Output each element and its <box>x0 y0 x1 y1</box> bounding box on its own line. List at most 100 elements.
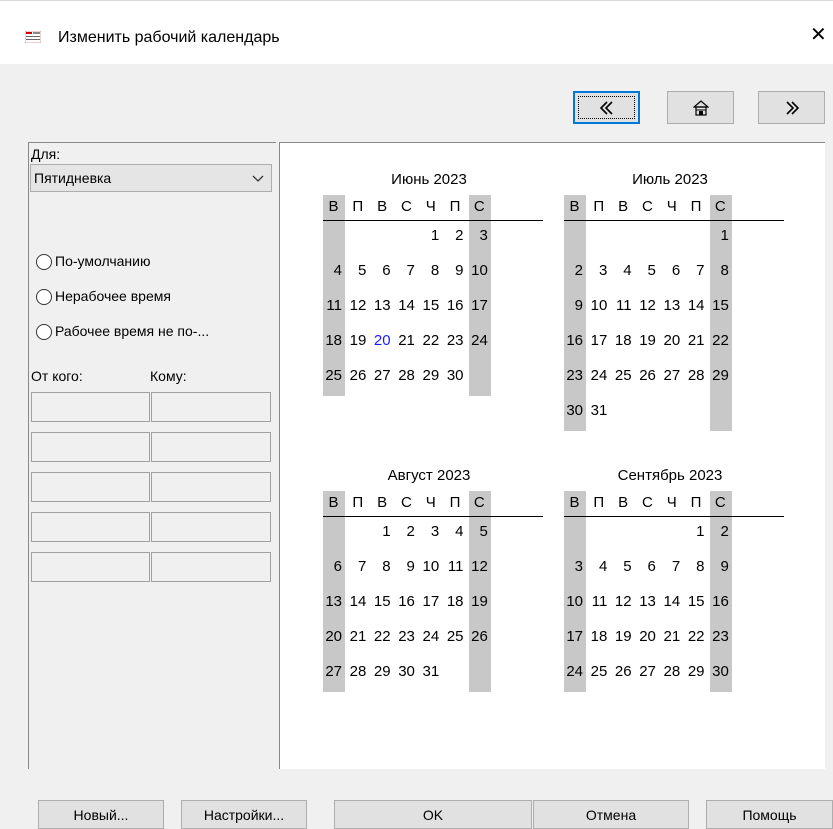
calendar-day[interactable]: 8 <box>684 558 704 575</box>
to-time-field[interactable] <box>151 432 271 462</box>
calendar-day[interactable]: 28 <box>345 663 367 680</box>
calendar-day[interactable]: 24 <box>586 367 608 384</box>
calendar-day[interactable]: 12 <box>467 558 488 575</box>
calendar-day[interactable]: 22 <box>370 628 391 645</box>
calendar-day[interactable]: 3 <box>418 523 439 540</box>
calendar-day[interactable]: 19 <box>345 332 367 349</box>
calendar-day[interactable]: 12 <box>611 593 632 610</box>
close-icon[interactable]: ✕ <box>810 25 827 45</box>
calendar-day[interactable]: 4 <box>443 523 463 540</box>
calendar-day[interactable]: 27 <box>659 367 681 384</box>
from-time-field[interactable] <box>31 392 150 422</box>
calendar-day[interactable]: 8 <box>418 262 439 279</box>
calendar-day[interactable]: 30 <box>443 367 464 384</box>
calendar-day[interactable]: 12 <box>345 297 367 314</box>
calendar-day[interactable]: 7 <box>394 262 415 279</box>
calendar-day[interactable]: 9 <box>708 558 728 575</box>
calendar-day[interactable]: 27 <box>370 367 391 384</box>
calendar-day[interactable]: 16 <box>443 297 464 314</box>
calendar-day[interactable]: 27 <box>321 663 342 680</box>
calendar-day[interactable]: 22 <box>418 332 440 349</box>
calendar-day[interactable]: 1 <box>708 227 728 244</box>
calendar-day[interactable]: 21 <box>394 332 415 349</box>
cancel-button[interactable]: Отмена <box>533 800 689 829</box>
calendar-day[interactable]: 30 <box>562 402 583 419</box>
calendar-day[interactable]: 19 <box>467 593 488 610</box>
calendar-day[interactable]: 13 <box>370 297 391 314</box>
calendar-day[interactable]: 5 <box>467 523 487 540</box>
settings-button[interactable]: Настройки... <box>181 800 307 829</box>
calendar-day[interactable]: 10 <box>562 593 583 610</box>
calendar-day[interactable]: 20 <box>635 628 656 645</box>
calendar-day[interactable]: 12 <box>635 297 656 314</box>
calendar-day[interactable]: 24 <box>562 663 583 680</box>
radio-nondefault-working[interactable] <box>36 324 52 340</box>
calendar-day[interactable]: 23 <box>562 367 583 384</box>
calendar-day[interactable]: 1 <box>370 523 390 540</box>
calendar-day[interactable]: 29 <box>684 663 705 680</box>
prev-months-button[interactable] <box>573 91 640 124</box>
calendar-day[interactable]: 30 <box>394 663 415 680</box>
calendar-day[interactable]: 3 <box>586 262 607 279</box>
calendar-day[interactable]: 20 <box>659 332 681 349</box>
home-button[interactable] <box>667 91 734 124</box>
calendar-day[interactable]: 2 <box>394 523 415 540</box>
to-time-field[interactable] <box>151 512 271 542</box>
calendar-day[interactable]: 24 <box>418 628 440 645</box>
calendar-day[interactable]: 17 <box>418 593 440 610</box>
calendar-day[interactable]: 23 <box>394 628 415 645</box>
calendar-day[interactable]: 5 <box>635 262 656 279</box>
calendar-select[interactable]: Пятидневка <box>30 164 272 192</box>
from-time-field[interactable] <box>31 472 150 502</box>
new-button[interactable]: Новый... <box>38 800 164 829</box>
calendar-day[interactable]: 4 <box>321 262 342 279</box>
calendar-day[interactable]: 1 <box>684 523 704 540</box>
calendar-day[interactable]: 20 <box>370 332 391 349</box>
calendar-day[interactable]: 6 <box>370 262 390 279</box>
help-button[interactable]: Помощь <box>706 800 833 829</box>
calendar-day[interactable]: 9 <box>394 558 415 575</box>
calendar-day[interactable]: 17 <box>467 297 488 314</box>
calendar-day[interactable]: 13 <box>659 297 681 314</box>
calendar-day[interactable]: 25 <box>586 663 608 680</box>
calendar-day[interactable]: 26 <box>635 367 656 384</box>
calendar-day[interactable]: 7 <box>684 262 704 279</box>
calendar-day[interactable]: 10 <box>418 558 440 575</box>
calendar-day[interactable]: 23 <box>708 628 729 645</box>
calendar-day[interactable]: 18 <box>443 593 464 610</box>
calendar-day[interactable]: 19 <box>635 332 656 349</box>
calendar-day[interactable]: 8 <box>708 262 728 279</box>
calendar-day[interactable]: 30 <box>708 663 729 680</box>
calendar-day[interactable]: 29 <box>370 663 391 680</box>
calendar-day[interactable]: 6 <box>321 558 342 575</box>
ok-button[interactable]: OK <box>334 800 532 829</box>
to-time-field[interactable] <box>151 472 271 502</box>
calendar-day[interactable]: 11 <box>586 593 608 610</box>
calendar-day[interactable]: 18 <box>321 332 342 349</box>
calendar-day[interactable]: 4 <box>611 262 631 279</box>
radio-nonworking[interactable] <box>36 289 52 305</box>
calendar-day[interactable]: 9 <box>443 262 463 279</box>
calendar-day[interactable]: 26 <box>467 628 488 645</box>
calendar-day[interactable]: 22 <box>684 628 705 645</box>
calendar-day[interactable]: 16 <box>708 593 729 610</box>
from-time-field[interactable] <box>31 512 150 542</box>
calendar-day[interactable]: 28 <box>684 367 705 384</box>
radio-default[interactable] <box>36 254 52 270</box>
from-time-field[interactable] <box>31 432 150 462</box>
calendar-day[interactable]: 1 <box>418 227 439 244</box>
calendar-day[interactable]: 21 <box>659 628 681 645</box>
calendar-day[interactable]: 16 <box>394 593 415 610</box>
calendar-day[interactable]: 9 <box>562 297 583 314</box>
calendar-day[interactable]: 24 <box>467 332 488 349</box>
calendar-day[interactable]: 6 <box>659 262 680 279</box>
to-time-field[interactable] <box>151 552 271 582</box>
calendar-day[interactable]: 11 <box>443 558 464 575</box>
calendar-day[interactable]: 21 <box>684 332 705 349</box>
calendar-day[interactable]: 28 <box>394 367 415 384</box>
calendar-day[interactable]: 14 <box>345 593 367 610</box>
calendar-day[interactable]: 6 <box>635 558 656 575</box>
calendar-day[interactable]: 5 <box>345 262 366 279</box>
calendar-day[interactable]: 29 <box>418 367 440 384</box>
calendar-day[interactable]: 14 <box>659 593 681 610</box>
